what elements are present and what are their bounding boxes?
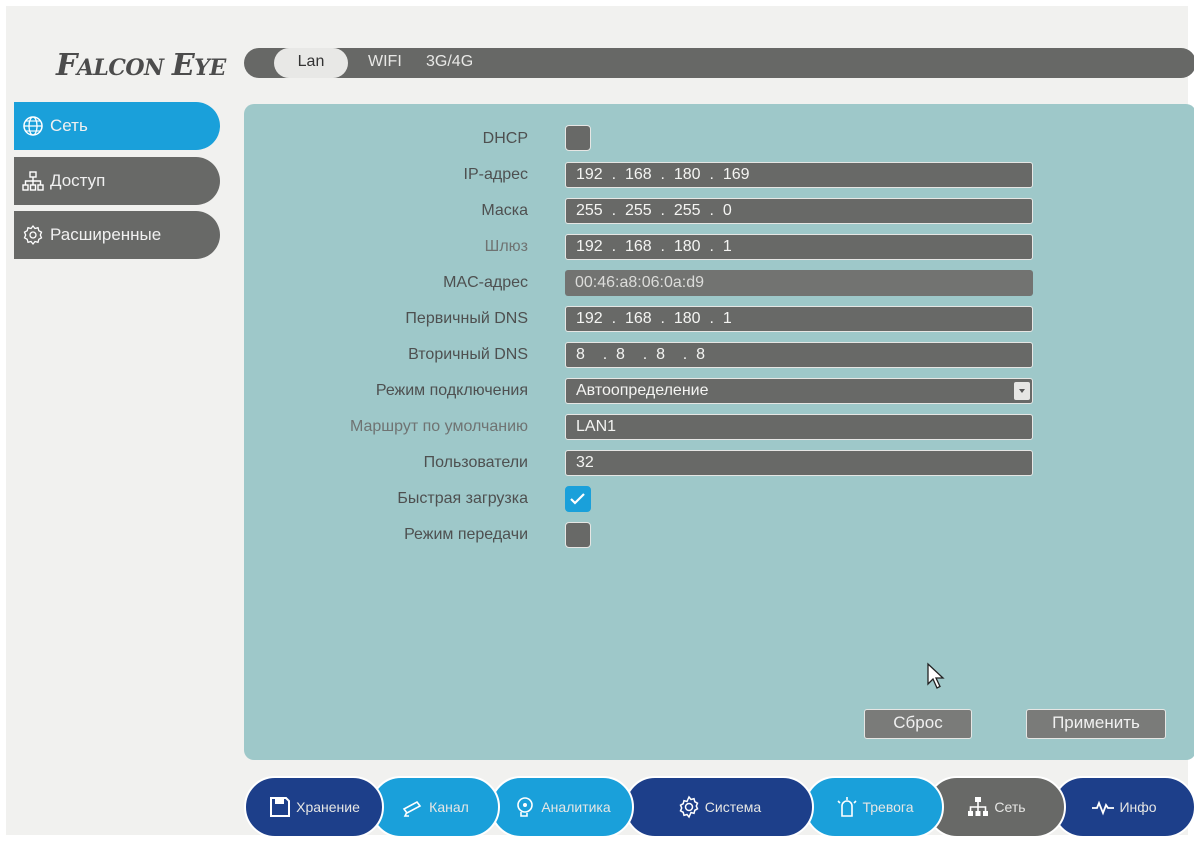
apply-button[interactable]: Применить: [1026, 709, 1166, 739]
checkmark-icon: [570, 493, 585, 505]
nav-system[interactable]: Система: [624, 776, 814, 838]
mask-field[interactable]: 255 . 255 . 255 . 0: [565, 198, 1033, 224]
alarm-light-icon: [836, 797, 857, 817]
mac-address-label: MAC-адрес: [443, 274, 528, 291]
ip-address-label: IP-адрес: [463, 166, 528, 183]
nav-network[interactable]: Сеть: [926, 776, 1066, 838]
default-route-label: Маршрут по умолчанию: [350, 418, 528, 435]
sidebar-item-network[interactable]: Сеть: [14, 102, 220, 150]
floppy-disk-icon: [270, 797, 291, 817]
dhcp-label: DHCP: [482, 130, 528, 147]
nav-label: Система: [704, 799, 762, 815]
primary-dns-field[interactable]: 192 . 168 . 180 . 1: [565, 306, 1033, 332]
mac-address-field: 00:46:a8:06:0a:d9: [565, 270, 1033, 296]
nav-label: Канал: [429, 799, 469, 815]
mouse-cursor-icon: [927, 662, 945, 689]
reset-button[interactable]: Сброс: [864, 709, 972, 739]
secondary-dns-field[interactable]: 8 . 8 . 8 . 8: [565, 342, 1033, 368]
sidebar-item-advanced[interactable]: Расширенные: [14, 211, 220, 259]
gear-icon: [23, 224, 43, 246]
sidebar-item-label: Расширенные: [50, 225, 162, 244]
primary-dns-label: Первичный DNS: [405, 310, 528, 327]
pulse-icon: [1092, 800, 1115, 816]
default-route-field[interactable]: LAN1: [565, 414, 1033, 440]
gateway-label: Шлюз: [484, 238, 528, 255]
bottom-navigation: Хранение Канал Аналитика Система Тревога…: [244, 776, 1194, 838]
mask-label: Маска: [481, 202, 528, 219]
secondary-dns-label: Вторичный DNS: [408, 346, 528, 363]
nav-analytics[interactable]: Аналитика: [490, 776, 634, 838]
falcon-eye-logo: FALCON EYE: [56, 48, 226, 83]
nav-label: Аналитика: [541, 799, 611, 815]
tab-lan[interactable]: Lan: [274, 48, 348, 78]
brain-icon: [517, 797, 534, 817]
connection-mode-label: Режим подключения: [375, 382, 528, 399]
users-label: Пользователи: [423, 454, 528, 471]
users-field[interactable]: 32: [565, 450, 1033, 476]
connection-mode-value: Автоопределение: [576, 382, 709, 399]
network-icon: [22, 171, 44, 191]
nav-label: Хранение: [296, 799, 360, 815]
nav-storage[interactable]: Хранение: [244, 776, 384, 838]
fast-load-label: Быстрая загрузка: [397, 490, 528, 507]
nav-channel[interactable]: Канал: [370, 776, 500, 838]
transfer-mode-label: Режим передачи: [404, 526, 528, 543]
network-type-tabs: Lan WIFI 3G/4G: [244, 48, 1194, 78]
nav-label: Сеть: [994, 799, 1026, 815]
gateway-field[interactable]: 192 . 168 . 180 . 1: [565, 234, 1033, 260]
sidebar-item-label: Сеть: [50, 116, 88, 135]
globe-icon: [23, 116, 43, 136]
camera-icon: [402, 800, 422, 817]
ip-address-field[interactable]: 192 . 168 . 180 . 169: [565, 162, 1033, 188]
nav-label: Тревога: [862, 799, 914, 815]
connection-mode-select[interactable]: Автоопределение: [565, 378, 1033, 404]
nav-label: Инфо: [1119, 799, 1157, 815]
transfer-mode-checkbox[interactable]: [565, 522, 591, 548]
nav-alarm[interactable]: Тревога: [804, 776, 944, 838]
fast-load-checkbox[interactable]: [565, 486, 591, 512]
network-icon: [968, 797, 989, 816]
gear-icon: [679, 795, 699, 819]
nav-info[interactable]: Инфо: [1052, 776, 1194, 838]
tab-wifi[interactable]: WIFI: [368, 48, 402, 78]
app-frame: FALCON EYE Lan WIFI 3G/4G Сеть Доступ Ра…: [6, 6, 1194, 838]
tab-3g4g[interactable]: 3G/4G: [426, 48, 473, 78]
chevron-down-icon[interactable]: [1014, 382, 1030, 400]
sidebar-item-access[interactable]: Доступ: [14, 157, 220, 205]
sidebar-item-label: Доступ: [50, 171, 106, 190]
dhcp-checkbox[interactable]: [565, 125, 591, 151]
